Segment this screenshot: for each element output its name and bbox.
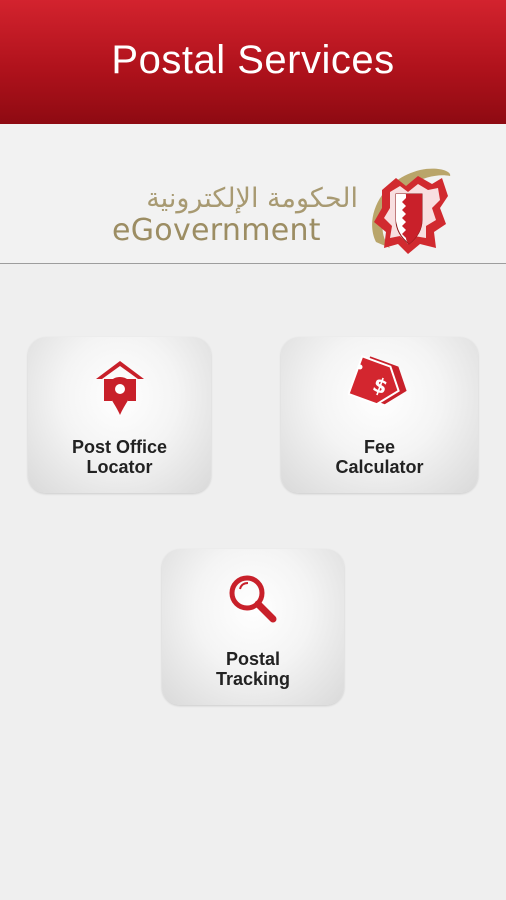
post-office-locator-button[interactable]: Post Office Locator [28, 337, 211, 493]
fee-calculator-button[interactable]: $ Fee Calculator [281, 337, 478, 493]
postal-tracking-button[interactable]: Postal Tracking [162, 549, 344, 705]
tile-label: Fee Calculator [335, 437, 424, 477]
tile-label: Post Office Locator [71, 437, 168, 477]
price-tag-icon: $ [347, 355, 407, 406]
post-office-location-icon [95, 361, 144, 415]
title-bar: Postal Services [0, 0, 506, 124]
brand-english-text: eGovernment [112, 213, 321, 248]
page-title: Postal Services [111, 37, 395, 82]
brand-arabic-text: الحكومة الإلكترونية [146, 183, 358, 214]
brand-divider [0, 263, 506, 264]
magnifier-icon [229, 575, 277, 623]
tile-label: Postal Tracking [215, 649, 291, 689]
bahrain-emblem-icon [372, 168, 451, 254]
